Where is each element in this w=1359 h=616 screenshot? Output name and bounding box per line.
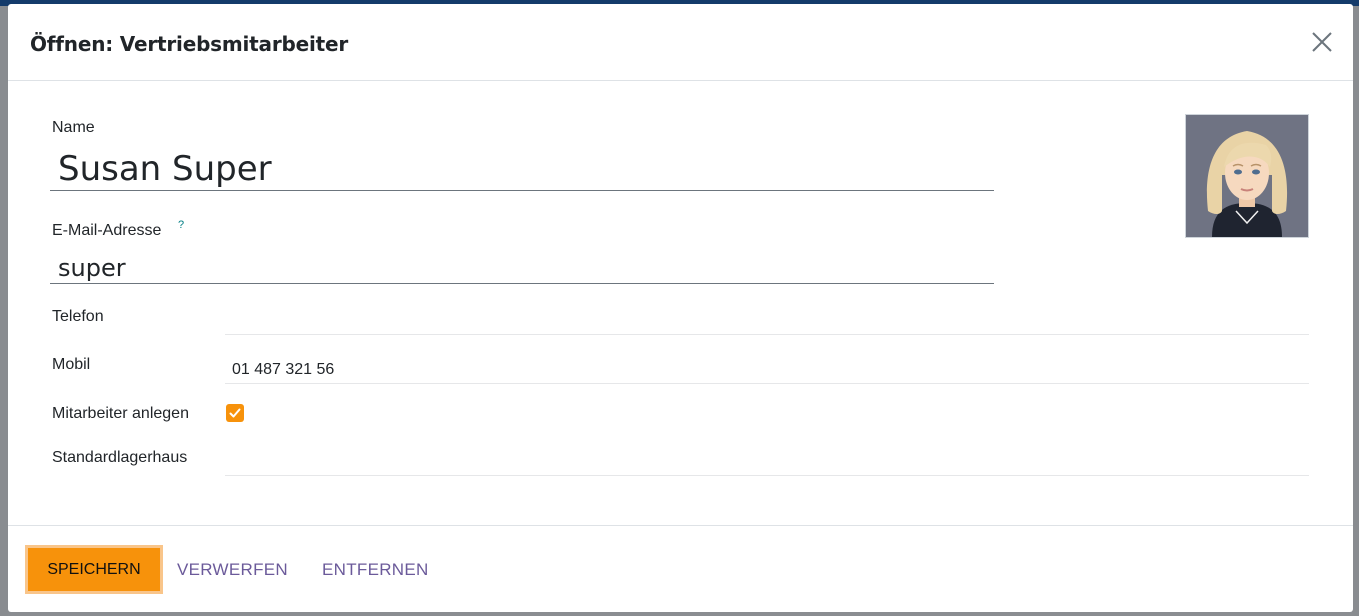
close-button[interactable] bbox=[1308, 28, 1336, 56]
mobile-value: 01 487 321 56 bbox=[232, 361, 335, 378]
mobile-input[interactable]: 01 487 321 56 bbox=[225, 354, 1309, 384]
close-icon bbox=[1312, 32, 1332, 52]
avatar[interactable] bbox=[1185, 114, 1309, 238]
warehouse-label: Standardlagerhaus bbox=[52, 449, 188, 466]
name-label: Name bbox=[52, 119, 95, 136]
phone-label: Telefon bbox=[52, 308, 104, 325]
avatar-image bbox=[1186, 115, 1308, 237]
email-value: super bbox=[58, 254, 126, 282]
name-value: Susan Super bbox=[58, 149, 272, 189]
create-employee-label: Mitarbeiter anlegen bbox=[52, 405, 189, 422]
create-employee-checkbox[interactable] bbox=[226, 404, 244, 422]
dialog-title: Öffnen: Vertriebsmitarbeiter bbox=[30, 32, 349, 56]
save-button[interactable]: SPEICHERN bbox=[25, 545, 163, 594]
email-input[interactable]: super bbox=[50, 250, 994, 284]
dialog-footer: SPEICHERN VERWERFEN ENTFERNEN bbox=[8, 525, 1353, 612]
remove-button[interactable]: ENTFERNEN bbox=[322, 560, 429, 580]
background-overlay-right bbox=[1353, 6, 1359, 616]
checkmark-icon bbox=[229, 408, 241, 418]
mobile-label: Mobil bbox=[52, 356, 91, 373]
dialog-header: Öffnen: Vertriebsmitarbeiter bbox=[8, 4, 1353, 81]
sales-employee-dialog: Öffnen: Vertriebsmitarbeiter Name Susan … bbox=[8, 4, 1353, 612]
warehouse-input[interactable] bbox=[225, 446, 1309, 476]
email-help-icon[interactable]: ? bbox=[178, 219, 184, 231]
name-input[interactable]: Susan Super bbox=[50, 147, 994, 191]
phone-input[interactable] bbox=[225, 305, 1309, 335]
email-label: E-Mail-Adresse bbox=[52, 222, 162, 239]
discard-button[interactable]: VERWERFEN bbox=[177, 560, 288, 580]
background-overlay-left bbox=[0, 6, 8, 616]
